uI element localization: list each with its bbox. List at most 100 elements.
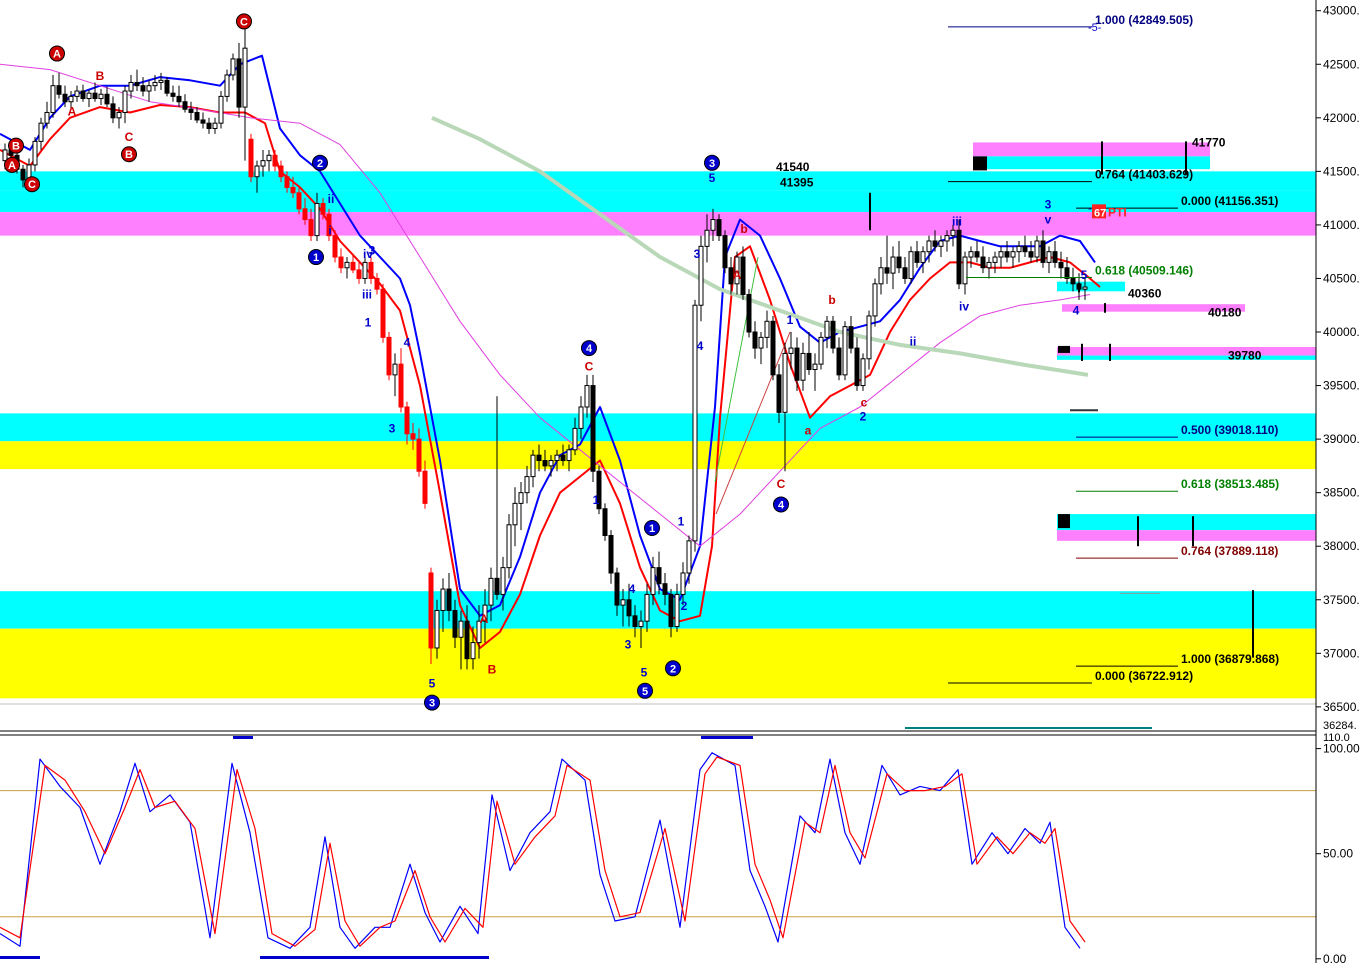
fib-level-label: 0.764 (41403.629)	[1095, 168, 1193, 182]
wave-label: A	[53, 49, 61, 61]
candle-body	[1052, 251, 1058, 263]
candle-body	[986, 261, 992, 269]
price-label: 41395	[780, 176, 814, 190]
candle-body	[788, 347, 794, 354]
projection-zone	[1057, 355, 1316, 360]
candle-body	[338, 256, 344, 269]
candle-body	[932, 240, 938, 247]
wave-label: C	[585, 359, 594, 373]
wave-label: B	[125, 149, 133, 161]
candle-body	[374, 277, 380, 290]
candle-body	[614, 572, 620, 606]
pti-suffix: PTI	[1108, 205, 1127, 219]
candle-body	[560, 454, 566, 462]
candle-body	[536, 454, 542, 462]
candle-body	[98, 93, 104, 100]
price-tick-label: 37500.	[1323, 593, 1360, 607]
wave-label: A	[733, 268, 742, 282]
candle-body	[506, 524, 512, 569]
candle-body	[890, 256, 896, 274]
candle-body	[704, 229, 710, 247]
candle-body	[116, 111, 122, 119]
candle-body	[1046, 251, 1052, 263]
candle-body	[140, 85, 146, 92]
candle-body	[308, 219, 314, 237]
candle-body	[1040, 240, 1046, 263]
candle-body	[554, 454, 560, 462]
candle-body	[80, 90, 86, 100]
candle-body	[980, 256, 986, 269]
candle-body	[644, 593, 650, 622]
wave-label: 1	[649, 523, 655, 535]
fib-level-label: 1.000 (36879.868)	[1181, 652, 1279, 666]
oscillator-tick-label: 0.00	[1323, 952, 1347, 963]
wave-label: A	[68, 104, 77, 118]
candle-body	[212, 122, 218, 130]
candle-body	[530, 454, 536, 478]
candle-body	[296, 192, 302, 210]
axis-background	[1316, 0, 1366, 963]
wave-label: 4	[697, 339, 704, 353]
wave-label: 3	[389, 421, 396, 435]
wave-label: 3	[625, 638, 632, 652]
price-tick-label: 40000.	[1323, 325, 1360, 339]
wave-label: ii	[328, 192, 335, 206]
price-label: 41540	[776, 160, 810, 174]
price-tick-label: 37000.	[1323, 646, 1360, 660]
wave-label: b	[828, 293, 835, 307]
marker-bar	[233, 736, 253, 739]
candle-body	[566, 449, 572, 462]
price-tick-label: 38500.	[1323, 486, 1360, 500]
candle-body	[1034, 240, 1040, 258]
candle-body	[458, 620, 464, 638]
wave-label: 3	[694, 247, 701, 261]
candle-body	[92, 92, 98, 100]
candle-body	[368, 261, 374, 279]
candle-body	[74, 90, 80, 97]
candle-body	[146, 85, 152, 92]
oscillator-tick-label: 100.00	[1323, 742, 1360, 756]
candle-body	[176, 95, 182, 103]
wave-label: 2	[317, 158, 323, 170]
candle-body	[1010, 251, 1016, 258]
wave-label: i	[328, 223, 331, 237]
candle-body	[104, 93, 110, 105]
elliott-wave-chart[interactable]: 1.000 (42849.505) 0.764 (41403.629) 0.000 …	[0, 0, 1366, 966]
fib-level-label: 0.000 (41156.351)	[1181, 194, 1278, 208]
marker-bar	[260, 956, 489, 959]
candle-body	[284, 176, 290, 188]
candle-body	[392, 363, 398, 376]
candle-body	[182, 101, 188, 110]
wave-label: 3	[429, 698, 435, 710]
wave-label: 1	[787, 313, 794, 327]
candle-body	[1064, 267, 1070, 279]
projection-zone	[1057, 514, 1316, 531]
candle-body	[1082, 286, 1088, 290]
candle-body	[1070, 277, 1076, 285]
wave-label: 5	[429, 676, 436, 690]
candle-body	[236, 58, 242, 108]
zone-marker	[1058, 514, 1070, 529]
candle-body	[428, 572, 434, 649]
candle-body	[710, 219, 716, 231]
candle-body	[542, 460, 548, 467]
marker-bar	[701, 736, 753, 739]
candle-body	[356, 269, 362, 279]
candle-body	[200, 119, 206, 124]
candle-body	[416, 438, 422, 472]
candle-body	[1058, 261, 1064, 269]
candle-body	[446, 588, 452, 611]
zone-marker	[973, 156, 987, 171]
candle-body	[626, 599, 632, 617]
candle-body	[776, 374, 782, 413]
candle-body	[422, 470, 428, 504]
marker-bar	[0, 956, 40, 959]
wave-label: c	[861, 396, 868, 410]
candle-body	[452, 609, 458, 638]
candle-body	[650, 567, 656, 595]
candle-body	[800, 352, 806, 381]
price-min-label: 36284.	[1323, 720, 1357, 732]
fib-level-label: 0.618 (40509.146)	[1095, 263, 1193, 277]
candle-body	[674, 593, 680, 628]
price-label: 40180	[1208, 306, 1242, 320]
